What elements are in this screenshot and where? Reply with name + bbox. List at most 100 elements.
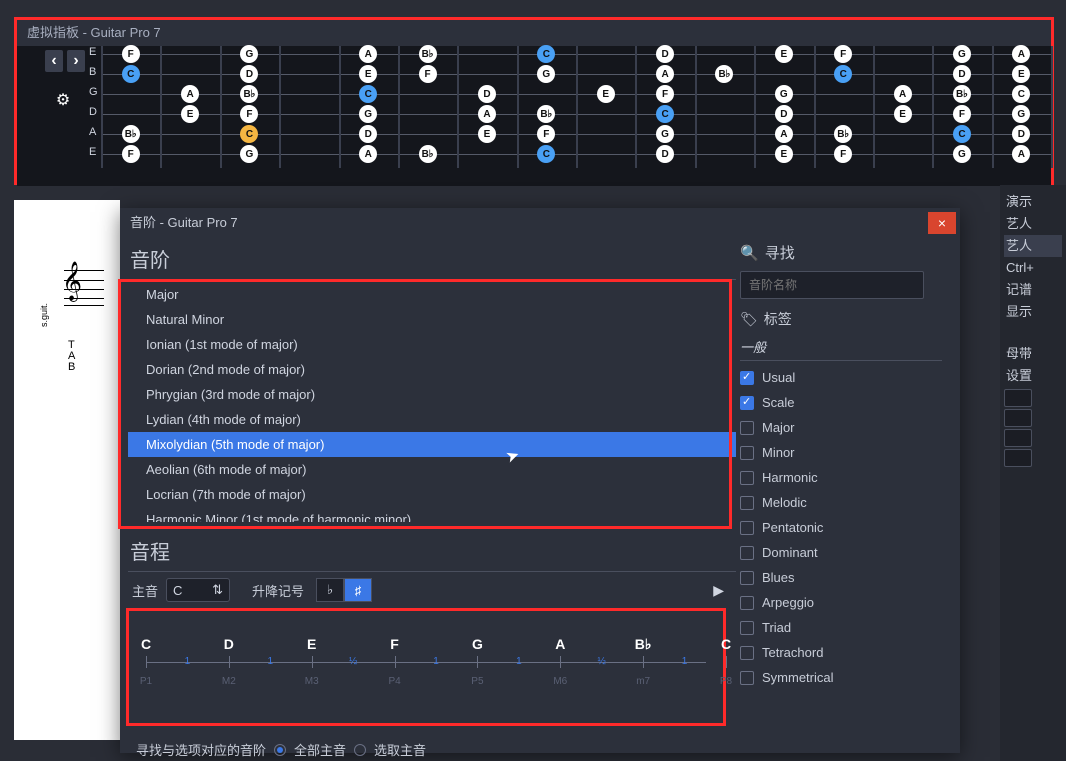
fret-note[interactable]: C: [122, 65, 140, 83]
fret-note[interactable]: B♭: [419, 145, 437, 163]
fret-note[interactable]: B♭: [953, 85, 971, 103]
fret-note[interactable]: D: [656, 145, 674, 163]
scale-item[interactable]: Aeolian (6th mode of major): [128, 457, 736, 482]
fret-note[interactable]: A: [359, 45, 377, 63]
fret-grid[interactable]: FGAB♭CDEFGACDEFGAB♭CDEAB♭CDEFGAB♭CEFGAB♭…: [101, 46, 1051, 186]
scale-item[interactable]: Natural Minor: [128, 307, 736, 332]
side-tool-icon[interactable]: [1004, 429, 1032, 447]
fret-note[interactable]: C: [953, 125, 971, 143]
fret-note[interactable]: G: [240, 145, 258, 163]
fret-note[interactable]: A: [1012, 145, 1030, 163]
fret-note[interactable]: B♭: [122, 125, 140, 143]
scale-item[interactable]: Lydian (4th mode of major): [128, 407, 736, 432]
side-tool-icon[interactable]: [1004, 449, 1032, 467]
checkbox[interactable]: [740, 396, 754, 410]
close-button[interactable]: ×: [928, 212, 956, 234]
side-item[interactable]: 显示: [1004, 301, 1062, 323]
side-item[interactable]: 演示: [1004, 191, 1062, 213]
tag-item[interactable]: Symmetrical: [740, 665, 942, 685]
fret-note[interactable]: D: [953, 65, 971, 83]
fret-note[interactable]: G: [953, 145, 971, 163]
scale-item[interactable]: Harmonic Minor (1st mode of harmonic min…: [128, 507, 736, 522]
fret-note[interactable]: E: [359, 65, 377, 83]
tag-item[interactable]: Minor: [740, 440, 942, 465]
scale-list[interactable]: MajorNatural MinorIonian (1st mode of ma…: [128, 282, 736, 522]
scale-item[interactable]: Locrian (7th mode of major): [128, 482, 736, 507]
scale-item[interactable]: Major: [128, 282, 736, 307]
flat-button[interactable]: ♭: [316, 578, 344, 602]
fret-note[interactable]: G: [656, 125, 674, 143]
side-item[interactable]: 设置: [1004, 365, 1062, 387]
fret-note[interactable]: D: [240, 65, 258, 83]
fret-note[interactable]: G: [359, 105, 377, 123]
scale-item[interactable]: Ionian (1st mode of major): [128, 332, 736, 357]
search-input[interactable]: [740, 271, 924, 299]
tag-item[interactable]: Scale: [740, 390, 942, 415]
fret-note[interactable]: D: [478, 85, 496, 103]
side-item[interactable]: 艺人: [1004, 213, 1062, 235]
root-select[interactable]: C ⇅: [166, 578, 230, 602]
fret-prev-button[interactable]: ‹: [45, 50, 63, 72]
play-button[interactable]: ▶: [713, 582, 724, 599]
fret-note[interactable]: D: [359, 125, 377, 143]
radio-all-roots[interactable]: [274, 744, 286, 756]
fret-note[interactable]: B♭: [715, 65, 733, 83]
fret-note[interactable]: C: [1012, 85, 1030, 103]
fret-note[interactable]: C: [240, 125, 258, 143]
fret-note[interactable]: F: [537, 125, 555, 143]
side-item[interactable]: 记谱: [1004, 279, 1062, 301]
fret-note[interactable]: B♭: [419, 45, 437, 63]
checkbox[interactable]: [740, 421, 754, 435]
tag-item[interactable]: Tetrachord: [740, 640, 942, 665]
fret-note[interactable]: B♭: [537, 105, 555, 123]
fret-note[interactable]: E: [478, 125, 496, 143]
tag-item[interactable]: Harmonic: [740, 465, 942, 490]
fret-note[interactable]: E: [597, 85, 615, 103]
fret-note[interactable]: C: [359, 85, 377, 103]
fret-note[interactable]: F: [122, 145, 140, 163]
fret-note[interactable]: B♭: [834, 125, 852, 143]
fret-note[interactable]: B♭: [240, 85, 258, 103]
side-item[interactable]: Ctrl+: [1004, 257, 1062, 279]
checkbox[interactable]: [740, 521, 754, 535]
fret-note[interactable]: A: [894, 85, 912, 103]
fret-note[interactable]: D: [775, 105, 793, 123]
fret-note[interactable]: F: [122, 45, 140, 63]
fret-next-button[interactable]: ›: [67, 50, 85, 72]
checkbox[interactable]: [740, 671, 754, 685]
side-item[interactable]: 母带: [1004, 343, 1062, 365]
tag-item[interactable]: Triad: [740, 615, 942, 640]
radio-select-root[interactable]: [354, 744, 366, 756]
side-tool-icon[interactable]: [1004, 409, 1032, 427]
checkbox[interactable]: [740, 571, 754, 585]
fret-note[interactable]: C: [834, 65, 852, 83]
fret-note[interactable]: A: [478, 105, 496, 123]
checkbox[interactable]: [740, 371, 754, 385]
fret-note[interactable]: G: [537, 65, 555, 83]
fret-note[interactable]: E: [1012, 65, 1030, 83]
fret-note[interactable]: C: [537, 45, 555, 63]
fret-note[interactable]: G: [240, 45, 258, 63]
tag-item[interactable]: Usual: [740, 365, 942, 390]
checkbox[interactable]: [740, 496, 754, 510]
fret-note[interactable]: E: [775, 45, 793, 63]
checkbox[interactable]: [740, 546, 754, 560]
tag-item[interactable]: Pentatonic: [740, 515, 942, 540]
tag-item[interactable]: Arpeggio: [740, 590, 942, 615]
fret-note[interactable]: A: [1012, 45, 1030, 63]
tag-item[interactable]: Blues: [740, 565, 942, 590]
tag-item[interactable]: Dominant: [740, 540, 942, 565]
tag-item[interactable]: Major: [740, 415, 942, 440]
fret-note[interactable]: G: [953, 45, 971, 63]
fret-note[interactable]: A: [775, 125, 793, 143]
tag-item[interactable]: Melodic: [740, 490, 942, 515]
fret-note[interactable]: E: [894, 105, 912, 123]
fret-note[interactable]: A: [656, 65, 674, 83]
side-tool-icon[interactable]: [1004, 389, 1032, 407]
fret-note[interactable]: G: [775, 85, 793, 103]
gear-icon[interactable]: ⚙: [53, 90, 73, 110]
fret-note[interactable]: A: [181, 85, 199, 103]
checkbox[interactable]: [740, 446, 754, 460]
fret-note[interactable]: D: [1012, 125, 1030, 143]
fret-note[interactable]: F: [240, 105, 258, 123]
